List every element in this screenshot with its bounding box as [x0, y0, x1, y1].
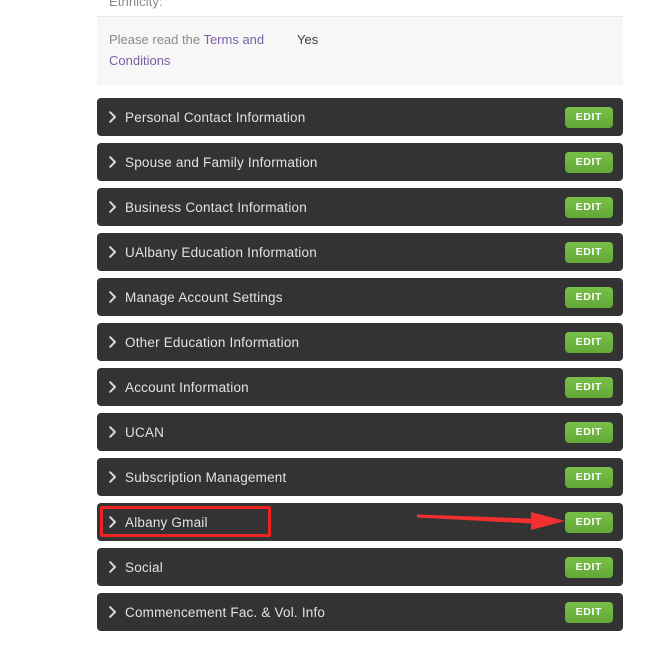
accordion-row-title: Commencement Fac. & Vol. Info: [125, 604, 326, 620]
chevron-right-icon: [97, 561, 123, 573]
form-fields: Ethnicity: Please read the Terms and Con…: [97, 0, 623, 85]
chevron-right-icon: [97, 156, 123, 168]
accordion-row-title: Albany Gmail: [125, 514, 208, 530]
edit-button[interactable]: EDIT: [564, 556, 613, 578]
edit-button[interactable]: EDIT: [564, 331, 613, 353]
accordion-row-title: Social: [125, 559, 163, 575]
accordion-row-title: UAlbany Education Information: [125, 244, 317, 260]
chevron-right-icon: [97, 606, 123, 618]
chevron-right-icon: [97, 516, 123, 528]
edit-button[interactable]: EDIT: [564, 511, 613, 533]
accordion-row-title: Personal Contact Information: [125, 109, 306, 125]
chevron-right-icon: [97, 336, 123, 348]
accordion-row[interactable]: Account Information EDIT: [97, 368, 623, 406]
chevron-right-icon: [97, 111, 123, 123]
edit-button[interactable]: EDIT: [564, 241, 613, 263]
edit-button[interactable]: EDIT: [564, 466, 613, 488]
ethnicity-field-row: Ethnicity:: [97, 0, 623, 16]
accordion-row[interactable]: Personal Contact Information EDIT: [97, 98, 623, 136]
edit-button[interactable]: EDIT: [564, 601, 613, 623]
accordion-row[interactable]: UCAN EDIT: [97, 413, 623, 451]
edit-button[interactable]: EDIT: [564, 286, 613, 308]
ethnicity-field-label: Ethnicity:: [109, 0, 163, 9]
chevron-right-icon: [97, 471, 123, 483]
profile-accordion: Personal Contact Information EDIT Spouse a…: [97, 98, 623, 638]
accordion-row[interactable]: Business Contact Information EDIT: [97, 188, 623, 226]
page-root: Ethnicity: Please read the Terms and Con…: [0, 0, 658, 647]
terms-field-label: Please read the Terms and Conditions: [109, 29, 289, 71]
edit-button[interactable]: EDIT: [564, 151, 613, 173]
edit-button[interactable]: EDIT: [564, 106, 613, 128]
accordion-row[interactable]: Other Education Information EDIT: [97, 323, 623, 361]
accordion-row[interactable]: Spouse and Family Information EDIT: [97, 143, 623, 181]
accordion-row-title: Business Contact Information: [125, 199, 307, 215]
accordion-row[interactable]: UAlbany Education Information EDIT: [97, 233, 623, 271]
accordion-row[interactable]: Subscription Management EDIT: [97, 458, 623, 496]
accordion-row-title: Other Education Information: [125, 334, 300, 350]
chevron-right-icon: [97, 246, 123, 258]
accordion-row-title: Account Information: [125, 379, 249, 395]
edit-button[interactable]: EDIT: [564, 421, 613, 443]
chevron-right-icon: [97, 381, 123, 393]
edit-button[interactable]: EDIT: [564, 196, 613, 218]
terms-label-prefix: Please read the: [109, 32, 204, 47]
accordion-row-title: Spouse and Family Information: [125, 154, 318, 170]
edit-button[interactable]: EDIT: [564, 376, 613, 398]
chevron-right-icon: [97, 426, 123, 438]
accordion-row[interactable]: Commencement Fac. & Vol. Info EDIT: [97, 593, 623, 631]
chevron-right-icon: [97, 201, 123, 213]
terms-field-value: Yes: [297, 32, 319, 47]
accordion-row-title: Subscription Management: [125, 469, 287, 485]
accordion-row-title: Manage Account Settings: [125, 289, 283, 305]
chevron-right-icon: [97, 291, 123, 303]
accordion-row[interactable]: Manage Account Settings EDIT: [97, 278, 623, 316]
accordion-row[interactable]: Social EDIT: [97, 548, 623, 586]
accordion-row-title: UCAN: [125, 424, 165, 440]
terms-field-row: Please read the Terms and Conditions Yes: [97, 17, 623, 85]
accordion-row[interactable]: Albany Gmail EDIT: [97, 503, 623, 541]
